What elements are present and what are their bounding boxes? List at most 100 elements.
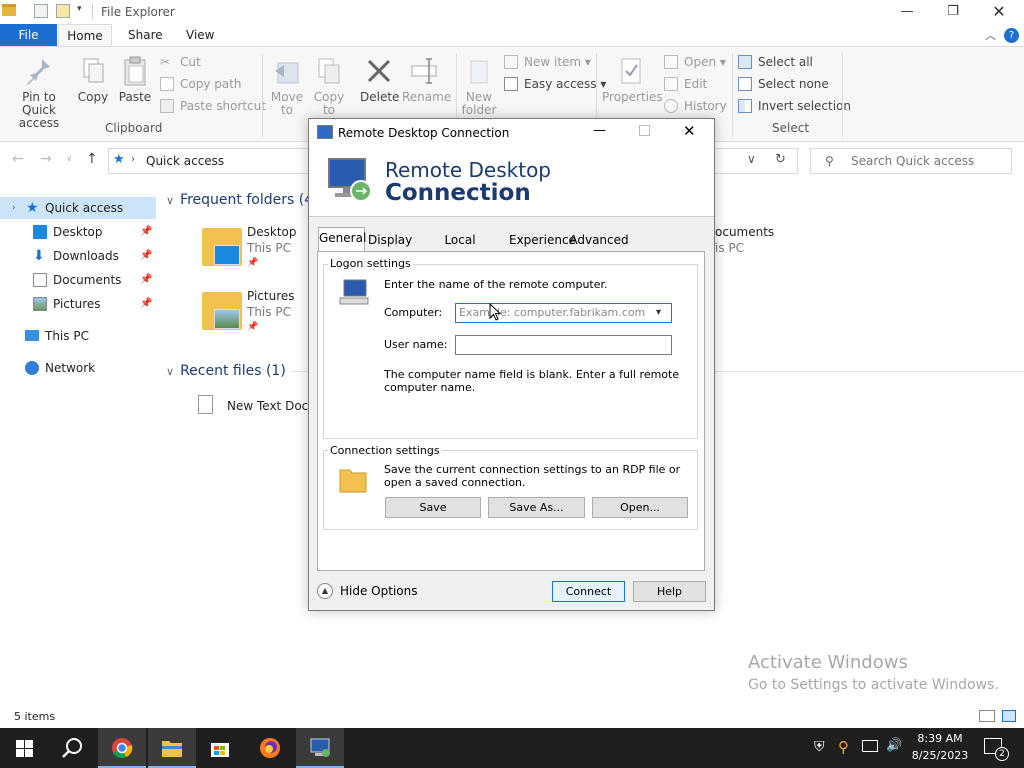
firefox-icon [260,738,280,758]
store-icon [211,743,229,757]
minimize-icon[interactable]: — [884,2,930,22]
tab-general[interactable]: General [318,227,366,252]
edit-button[interactable]: Edit [664,74,707,94]
nav-item-pictures[interactable]: Pictures 📌 [0,293,156,315]
breadcrumb[interactable]: Quick access [146,154,224,168]
paste-shortcut-label: Paste shortcut [180,99,266,113]
nav-item-downloads[interactable]: ⬇ Downloads 📌 [0,245,156,267]
paste-button[interactable]: Paste [118,55,152,104]
help-icon[interactable]: ? [1004,28,1019,43]
dialog-minimize-icon[interactable]: — [593,123,606,138]
dialog-close-icon[interactable]: ✕ [683,122,696,140]
new-folder-quick-icon[interactable] [56,4,70,18]
tab-advanced[interactable]: Advanced [568,229,630,251]
username-input[interactable] [455,335,672,355]
connect-button[interactable]: Connect [552,581,625,602]
frequent-folders-header[interactable]: ∨ Frequent folders (4) [166,192,319,208]
folder-name[interactable]: Desktop [247,225,297,239]
collapse-up-icon: ▲ [317,583,333,599]
help-button[interactable]: Help [633,581,706,602]
tab-display[interactable]: Display [367,229,412,251]
edit-label: Edit [684,77,708,91]
logon-settings-legend: Logon settings [328,257,413,270]
start-button[interactable] [0,728,48,768]
new-folder-button[interactable]: New folder [460,55,498,117]
volume-icon[interactable]: 🔊 [886,738,902,753]
nav-item-network[interactable]: Network [0,357,156,379]
select-all-button[interactable]: Select all [738,52,813,72]
recent-files-header[interactable]: ∨ Recent files (1) [166,363,286,379]
tab-home[interactable]: Home [58,24,112,46]
tab-experience[interactable]: Experience [508,229,576,251]
quick-access-dropdown-icon[interactable]: ▾ [77,4,82,14]
computer-placeholder: Example: computer.fabrikam.com [459,306,646,319]
clock-date[interactable]: 8/25/2023 [910,749,970,762]
pin-quick-access-button[interactable]: Pin to Quick access [6,55,72,130]
nav-item-desktop[interactable]: Desktop 📌 [0,221,156,243]
copy-path-button[interactable]: Copy path [160,74,242,94]
store-taskbar-button[interactable] [196,728,244,768]
save-as-button[interactable]: Save As... [488,497,585,518]
open-button[interactable]: Open... [592,497,688,518]
easy-access-button[interactable]: Easy access ▾ [504,74,606,94]
folder-name[interactable]: ocuments [715,225,774,239]
new-item-button[interactable]: New item ▾ [504,52,591,72]
select-none-button[interactable]: Select none [738,74,829,94]
dialog-maximize-icon [639,125,650,136]
tab-file[interactable]: File [0,24,57,46]
nav-item-this-pc[interactable]: This PC [0,325,156,347]
recent-dropdown-icon[interactable]: ∨ [66,154,73,164]
nav-item-documents[interactable]: Documents 📌 [0,269,156,291]
rdp-taskbar-button[interactable] [296,728,344,768]
save-button[interactable]: Save [385,497,481,518]
network-icon[interactable] [862,740,878,752]
large-icons-view-icon[interactable] [1002,710,1016,722]
forward-arrow-icon[interactable]: → [40,151,52,167]
tab-view[interactable]: View [176,24,224,46]
search-button[interactable] [48,728,96,768]
dialog-title: Remote Desktop Connection [338,126,510,140]
move-to-button[interactable]: Move to [270,55,304,117]
clock-time[interactable]: 8:39 AM [914,732,966,745]
invert-selection-button[interactable]: Invert selection [738,96,851,116]
firefox-taskbar-button[interactable] [246,728,294,768]
remote-monitor-icon [328,158,372,202]
section-title: Recent files (1) [180,363,286,379]
tab-share[interactable]: Share [118,24,173,46]
copy-icon [83,58,104,83]
paste-shortcut-button[interactable]: Paste shortcut [160,96,266,116]
rename-button[interactable]: Rename [402,55,451,104]
search-tray-icon[interactable]: ⚲ [838,738,849,756]
select-all-icon [738,55,752,69]
computer-input[interactable]: Example: computer.fabrikam.com ▾ [455,303,672,323]
search-input[interactable]: ⚲ Search Quick access [810,148,1012,174]
copy-button[interactable]: Copy [76,55,110,104]
recent-file-name[interactable]: New Text Docu [227,399,316,413]
folder-name[interactable]: Pictures [247,289,295,303]
history-button[interactable]: History [664,96,727,116]
cut-button[interactable]: ✂ Cut [160,52,201,72]
security-shield-icon[interactable]: ⛨ [814,739,825,755]
paste-label: Paste [118,90,152,104]
open-button[interactable]: Open ▾ [664,52,726,72]
chrome-taskbar-button[interactable] [98,728,146,768]
refresh-icon[interactable]: ↻ [775,152,786,167]
ribbon-separator [262,53,263,137]
tab-local-resources[interactable]: Local Resources [414,229,506,267]
close-icon[interactable]: ✕ [976,2,1022,22]
copy-to-button[interactable]: Copy to [312,55,346,117]
properties-button[interactable]: Properties [602,55,663,104]
delete-button[interactable]: Delete [360,55,400,104]
up-arrow-icon[interactable]: ↑ [86,151,98,167]
address-dropdown-icon[interactable]: ∨ [747,152,756,166]
properties-quick-icon[interactable] [34,4,48,18]
chevron-down-icon[interactable]: ▾ [656,304,661,322]
ribbon-collapse-icon[interactable]: ︿ [985,27,996,43]
download-arrow-icon: ⬇ [33,248,45,264]
delete-label: Delete [360,90,400,104]
file-explorer-taskbar-button[interactable] [148,728,196,768]
nav-item-quick-access[interactable]: › ★ Quick access [0,197,156,219]
restore-icon[interactable]: ❐ [930,2,976,22]
details-view-icon[interactable] [979,710,995,722]
back-arrow-icon[interactable]: ← [12,151,24,167]
